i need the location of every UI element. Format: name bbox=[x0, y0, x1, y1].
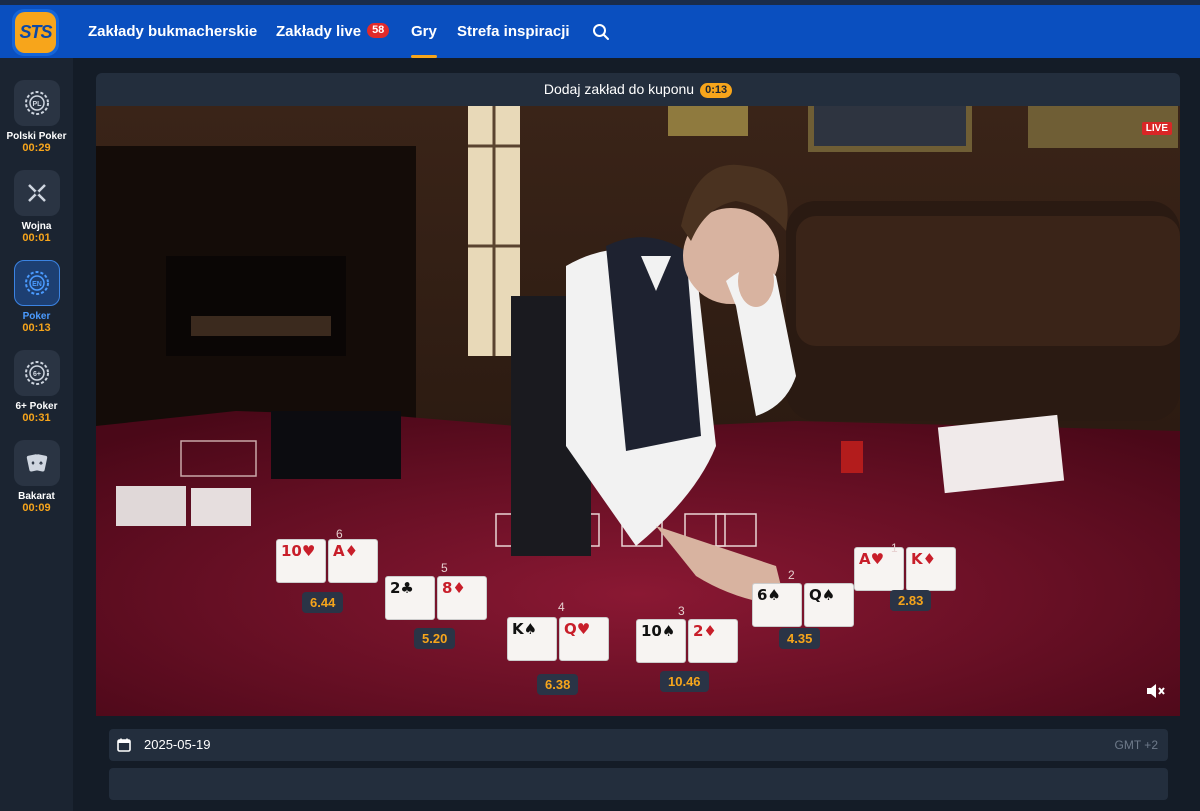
sidebar-item-bakarat[interactable]: ♦ ♠ Bakarat 00:09 bbox=[0, 440, 73, 514]
sidebar-item-polski-poker[interactable]: PL Polski Poker 00:29 bbox=[0, 80, 73, 154]
playing-card: K♠ bbox=[507, 617, 557, 661]
cards-icon: ♦ ♠ bbox=[13, 440, 60, 486]
date-filter-bar[interactable]: 2025-05-19 GMT +2 bbox=[109, 729, 1168, 761]
six-plus-chip-icon: 6+ bbox=[13, 350, 60, 396]
pl-chip-icon: PL bbox=[13, 80, 60, 126]
odds-button[interactable]: 4.35 bbox=[779, 628, 821, 649]
sidebar-item-label: Wojna bbox=[21, 221, 52, 232]
nav-live-betting[interactable]: Zakłady live 58 bbox=[276, 5, 390, 58]
en-chip-icon: EN bbox=[13, 260, 60, 306]
crossed-swords-icon bbox=[13, 170, 60, 216]
selected-date: 2025-05-19 bbox=[144, 737, 211, 752]
sidebar-item-timer: 00:09 bbox=[22, 502, 51, 514]
svg-text:PL: PL bbox=[32, 101, 42, 108]
hand-number: 2 bbox=[788, 568, 795, 582]
coupon-bar: Dodaj zakład do kuponu 0:13 bbox=[96, 73, 1180, 106]
game-sidebar: PL Polski Poker 00:29 Wojna 00:01 EN Pok… bbox=[0, 58, 73, 811]
coupon-timer: 0:13 bbox=[700, 83, 733, 98]
sidebar-item-timer: 00:01 bbox=[22, 232, 51, 244]
mute-icon[interactable] bbox=[1144, 680, 1166, 702]
timezone-label: GMT +2 bbox=[1114, 738, 1158, 752]
hand-number: 1 bbox=[891, 541, 898, 555]
odds-button[interactable]: 6.38 bbox=[537, 674, 579, 695]
odds-button[interactable]: 2.83 bbox=[890, 590, 932, 611]
sidebar-item-label: 6+ Poker bbox=[15, 401, 58, 412]
live-indicator: LIVE bbox=[1141, 122, 1172, 135]
playing-card: Q♠ bbox=[804, 583, 854, 627]
sidebar-item-timer: 00:29 bbox=[22, 142, 51, 154]
odds-button[interactable]: 6.44 bbox=[302, 592, 344, 613]
sidebar-item-label: Poker bbox=[22, 311, 51, 322]
sidebar-item-label: Bakarat bbox=[18, 491, 55, 502]
logo-text: STS bbox=[15, 12, 56, 53]
calendar-icon bbox=[117, 738, 131, 752]
odds-button[interactable]: 5.20 bbox=[414, 628, 456, 649]
playing-card: Q♥ bbox=[559, 617, 609, 661]
sts-logo[interactable]: STS bbox=[12, 9, 59, 56]
sidebar-item-timer: 00:13 bbox=[22, 322, 51, 334]
live-video-stream[interactable]: LIVE A♥ K♦ 1 2.83 6♠ Q♠ 2 4.35 10♠ 2♦ 3 10.46 K♠ Q♥ 4 6… bbox=[96, 106, 1180, 716]
playing-card: K♦ bbox=[906, 547, 956, 591]
hand-number: 3 bbox=[678, 604, 685, 618]
svg-text:♠: ♠ bbox=[39, 460, 43, 467]
svg-text:♦: ♦ bbox=[31, 460, 35, 467]
sidebar-item-poker[interactable]: EN Poker 00:13 bbox=[0, 260, 73, 334]
sidebar-item-wojna[interactable]: Wojna 00:01 bbox=[0, 170, 73, 244]
nav-sports-betting[interactable]: Zakłady bukmacherskie bbox=[88, 5, 257, 58]
playing-card: 10♥ bbox=[276, 539, 326, 583]
sidebar-item-label: Polski Poker bbox=[6, 131, 67, 142]
playing-card: A♦ bbox=[328, 539, 378, 583]
live-count-badge: 58 bbox=[367, 23, 390, 38]
odds-button[interactable]: 10.46 bbox=[660, 671, 709, 692]
search-icon[interactable] bbox=[592, 23, 610, 41]
playing-card: 2♦ bbox=[688, 619, 738, 663]
top-navigation: STS Zakłady bukmacherskie Zakłady live 58… bbox=[0, 5, 1200, 58]
playing-card: 6♠ bbox=[752, 583, 802, 627]
svg-text:EN: EN bbox=[32, 281, 42, 288]
sidebar-item-timer: 00:31 bbox=[22, 412, 51, 424]
nav-games[interactable]: Gry bbox=[411, 5, 437, 58]
coupon-text: Dodaj zakład do kuponu bbox=[543, 81, 695, 97]
hand-number: 6 bbox=[336, 527, 343, 541]
results-bar bbox=[109, 768, 1168, 800]
playing-card: 10♠ bbox=[636, 619, 686, 663]
nav-live-label: Zakłady live bbox=[276, 23, 362, 40]
sidebar-item-6plus-poker[interactable]: 6+ 6+ Poker 00:31 bbox=[0, 350, 73, 424]
playing-card: 8♦ bbox=[437, 576, 487, 620]
svg-text:6+: 6+ bbox=[33, 371, 41, 378]
hand-number: 5 bbox=[441, 561, 448, 575]
hand-number: 4 bbox=[558, 600, 565, 614]
nav-inspiration-zone[interactable]: Strefa inspiracji bbox=[457, 5, 570, 58]
playing-card: 2♣ bbox=[385, 576, 435, 620]
